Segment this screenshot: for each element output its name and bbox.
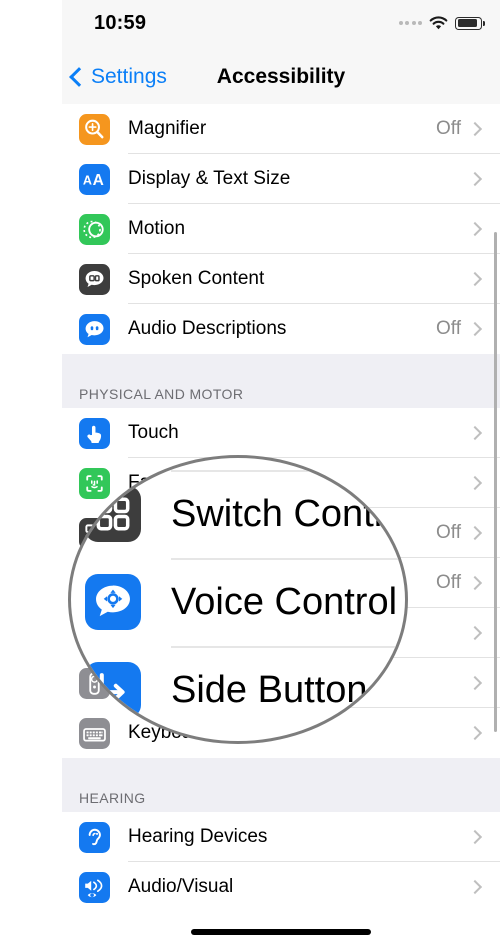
svg-text:A: A — [93, 171, 104, 188]
battery-full-icon — [455, 16, 485, 30]
settings-row-label: Spoken Content — [128, 268, 265, 289]
chevron-right-icon — [467, 271, 483, 287]
home-indicator[interactable] — [191, 929, 371, 935]
status-bar: 10:59 — [62, 0, 500, 50]
settings-row-label: Touch — [128, 422, 179, 443]
touch-icon — [79, 417, 110, 449]
settings-row-value: Off — [436, 572, 461, 593]
chevron-right-icon — [467, 725, 483, 741]
svg-text:A: A — [83, 173, 92, 187]
chevron-right-icon — [467, 525, 483, 541]
settings-row-label: Audio/Visual — [128, 876, 234, 897]
section-header: HEARING — [62, 758, 500, 812]
side-button-icon — [85, 662, 141, 718]
settings-row-audio-descriptions[interactable]: Audio Descriptions Off — [62, 304, 500, 354]
back-button-label: Settings — [91, 65, 167, 88]
settings-row-motion[interactable]: Motion — [62, 204, 500, 254]
settings-row-label: Magnifier — [128, 118, 207, 139]
chevron-right-icon — [467, 829, 483, 845]
settings-row-display-text-size[interactable]: A A Display & Text Size — [62, 154, 500, 204]
motion-icon — [79, 213, 110, 245]
audio-descriptions-icon — [79, 313, 110, 345]
magnified-row-label: Voice Control — [171, 580, 398, 623]
settings-row-value: Off — [436, 318, 461, 339]
hearing-devices-icon — [79, 821, 110, 853]
settings-row-label: Audio Descriptions — [128, 318, 287, 339]
status-bar-indicators — [398, 16, 485, 30]
settings-row-spoken-content[interactable]: Spoken Content — [62, 254, 500, 304]
settings-row-audio-visual[interactable]: Audio/Visual — [62, 862, 500, 912]
section-header-label: PHYSICAL AND MOTOR — [79, 386, 244, 402]
spoken-content-icon — [79, 263, 110, 295]
chevron-right-icon — [467, 121, 483, 137]
audio-visual-icon — [79, 871, 110, 903]
chevron-right-icon — [467, 425, 483, 441]
voice-control-icon — [85, 574, 141, 630]
wifi-icon — [429, 16, 448, 30]
vertical-scrollbar[interactable] — [494, 232, 497, 732]
chevron-right-icon — [467, 625, 483, 641]
magnified-row-separator — [171, 646, 405, 648]
magnifier-icon — [79, 113, 110, 145]
settings-row-label: Motion — [128, 218, 186, 239]
settings-row-hearing-devices[interactable]: Hearing Devices — [62, 812, 500, 862]
chevron-left-icon — [69, 67, 89, 87]
section-header-label: HEARING — [79, 790, 146, 806]
settings-row-value: Off — [436, 118, 461, 139]
display-text-size-icon: A A — [79, 163, 110, 195]
chevron-right-icon — [467, 575, 483, 591]
magnified-row-label: Switch Control — [171, 492, 408, 535]
chevron-right-icon — [467, 171, 483, 187]
magnifier-loupe: Switch Control Voice Control Side Button — [68, 455, 408, 744]
chevron-right-icon — [467, 675, 483, 691]
settings-row-label: Display & Text Size — [128, 168, 291, 189]
chevron-right-icon — [467, 475, 483, 491]
settings-row-value: Off — [436, 522, 461, 543]
section-header: PHYSICAL AND MOTOR — [62, 354, 500, 408]
magnified-row-voice-control[interactable]: Voice Control — [71, 558, 405, 646]
settings-row-magnifier[interactable]: Magnifier Off — [62, 104, 500, 154]
settings-row-label: Hearing Devices — [128, 826, 268, 847]
chevron-right-icon — [467, 221, 483, 237]
chevron-right-icon — [467, 879, 483, 895]
back-button[interactable]: Settings — [69, 50, 167, 104]
chevron-right-icon — [467, 321, 483, 337]
magnified-row-separator — [171, 470, 405, 472]
settings-row-touch[interactable]: Touch — [62, 408, 500, 458]
magnified-row-switch-control[interactable]: Switch Control — [71, 470, 408, 558]
navigation-bar: Settings Accessibility — [62, 50, 500, 105]
magnified-row-separator — [171, 558, 405, 560]
magnified-row-side-button[interactable]: Side Button — [71, 646, 405, 734]
status-bar-clock: 10:59 — [94, 12, 147, 34]
magnified-row-label: Side Button — [171, 668, 368, 711]
switch-control-icon — [85, 486, 141, 542]
phone-screen: 10:59 Settings Accessibility Magnifier O… — [62, 0, 500, 946]
cellular-dots-icon — [398, 21, 422, 25]
